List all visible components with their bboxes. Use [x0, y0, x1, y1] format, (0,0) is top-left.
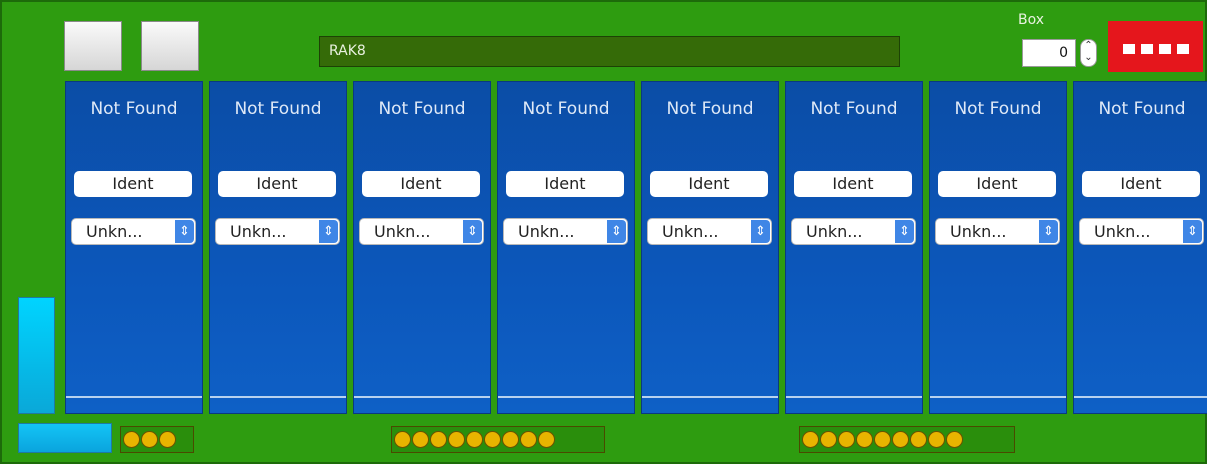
status-indicator-bar — [18, 423, 112, 453]
module-type-select[interactable]: Unkn... ⇕ — [647, 218, 772, 245]
led-indicator — [538, 431, 555, 448]
led-indicator — [892, 431, 909, 448]
square-button-right[interactable] — [141, 21, 199, 71]
square-button-left[interactable] — [64, 21, 122, 71]
led-strip-1 — [120, 426, 194, 453]
led-indicator — [910, 431, 927, 448]
chevron-up-icon[interactable]: ⌃ — [1081, 40, 1096, 52]
power-indicator-bar — [18, 297, 55, 414]
led-indicator — [430, 431, 447, 448]
dip-switch[interactable] — [1176, 43, 1189, 54]
slot-7: Not Found Ident Unkn... ⇕ — [929, 81, 1067, 414]
select-arrows-icon[interactable]: ⇕ — [1039, 220, 1058, 243]
ident-button[interactable]: Ident — [506, 171, 624, 197]
led-indicator — [123, 431, 140, 448]
dip-switch[interactable] — [1122, 43, 1135, 54]
module-type-select[interactable]: Unkn... ⇕ — [1079, 218, 1204, 245]
slot-4: Not Found Ident Unkn... ⇕ — [497, 81, 635, 414]
select-value: Unkn... — [374, 222, 431, 241]
module-type-select[interactable]: Unkn... ⇕ — [791, 218, 916, 245]
slot-status: Not Found — [810, 99, 898, 119]
ident-button[interactable]: Ident — [74, 171, 192, 197]
select-arrows-icon[interactable]: ⇕ — [1183, 220, 1202, 243]
module-type-select[interactable]: Unkn... ⇕ — [935, 218, 1060, 245]
slot-divider — [66, 396, 202, 398]
chevron-down-icon[interactable]: ⌄ — [1081, 52, 1096, 64]
select-value: Unkn... — [86, 222, 143, 241]
select-value: Unkn... — [1094, 222, 1151, 241]
slot-status: Not Found — [1098, 99, 1186, 119]
slot-divider — [642, 396, 778, 398]
box-stepper[interactable]: ⌃ ⌄ — [1080, 39, 1097, 67]
led-indicator — [946, 431, 963, 448]
led-indicator — [874, 431, 891, 448]
box-label: Box — [1018, 12, 1045, 28]
led-indicator — [412, 431, 429, 448]
slot-divider — [498, 396, 634, 398]
select-arrows-icon[interactable]: ⇕ — [895, 220, 914, 243]
dip-switch[interactable] — [1158, 43, 1171, 54]
led-indicator — [928, 431, 945, 448]
slot-status: Not Found — [954, 99, 1042, 119]
select-arrows-icon[interactable]: ⇕ — [175, 220, 194, 243]
slot-status: Not Found — [666, 99, 754, 119]
slot-status: Not Found — [522, 99, 610, 119]
led-strip-3 — [799, 426, 1015, 453]
slot-6: Not Found Ident Unkn... ⇕ — [785, 81, 923, 414]
select-arrows-icon[interactable]: ⇕ — [751, 220, 770, 243]
slot-2: Not Found Ident Unkn... ⇕ — [209, 81, 347, 414]
led-indicator — [820, 431, 837, 448]
slot-divider — [354, 396, 490, 398]
rack-name-field[interactable]: RAK8 — [319, 36, 900, 67]
slot-divider — [210, 396, 346, 398]
led-indicator — [141, 431, 158, 448]
select-value: Unkn... — [806, 222, 863, 241]
slot-divider — [930, 396, 1066, 398]
ident-button[interactable]: Ident — [938, 171, 1056, 197]
module-type-select[interactable]: Unkn... ⇕ — [215, 218, 340, 245]
slot-status: Not Found — [378, 99, 466, 119]
ident-button[interactable]: Ident — [650, 171, 768, 197]
slot-divider — [1074, 396, 1207, 398]
dip-switch-block — [1108, 21, 1203, 72]
ident-button[interactable]: Ident — [794, 171, 912, 197]
led-strip-2 — [391, 426, 605, 453]
slot-5: Not Found Ident Unkn... ⇕ — [641, 81, 779, 414]
dip-switch[interactable] — [1140, 43, 1153, 54]
led-indicator — [159, 431, 176, 448]
led-indicator — [802, 431, 819, 448]
led-indicator — [838, 431, 855, 448]
slot-status: Not Found — [90, 99, 178, 119]
led-indicator — [520, 431, 537, 448]
ident-button[interactable]: Ident — [1082, 171, 1200, 197]
select-value: Unkn... — [230, 222, 287, 241]
led-indicator — [448, 431, 465, 448]
select-value: Unkn... — [662, 222, 719, 241]
select-value: Unkn... — [518, 222, 575, 241]
slot-1: Not Found Ident Unkn... ⇕ — [65, 81, 203, 414]
module-type-select[interactable]: Unkn... ⇕ — [71, 218, 196, 245]
led-indicator — [502, 431, 519, 448]
led-indicator — [856, 431, 873, 448]
ident-button[interactable]: Ident — [362, 171, 480, 197]
ident-button[interactable]: Ident — [218, 171, 336, 197]
module-type-select[interactable]: Unkn... ⇕ — [503, 218, 628, 245]
led-indicator — [466, 431, 483, 448]
slot-status: Not Found — [234, 99, 322, 119]
rack-board: RAK8 Box 0 ⌃ ⌄ Not Found Ident Unkn... ⇕ … — [0, 0, 1207, 464]
box-number-input[interactable]: 0 — [1022, 39, 1076, 67]
slot-3: Not Found Ident Unkn... ⇕ — [353, 81, 491, 414]
module-type-select[interactable]: Unkn... ⇕ — [359, 218, 484, 245]
select-arrows-icon[interactable]: ⇕ — [319, 220, 338, 243]
led-indicator — [484, 431, 501, 448]
select-arrows-icon[interactable]: ⇕ — [463, 220, 482, 243]
select-arrows-icon[interactable]: ⇕ — [607, 220, 626, 243]
led-indicator — [394, 431, 411, 448]
slot-divider — [786, 396, 922, 398]
slot-8: Not Found Ident Unkn... ⇕ — [1073, 81, 1207, 414]
select-value: Unkn... — [950, 222, 1007, 241]
